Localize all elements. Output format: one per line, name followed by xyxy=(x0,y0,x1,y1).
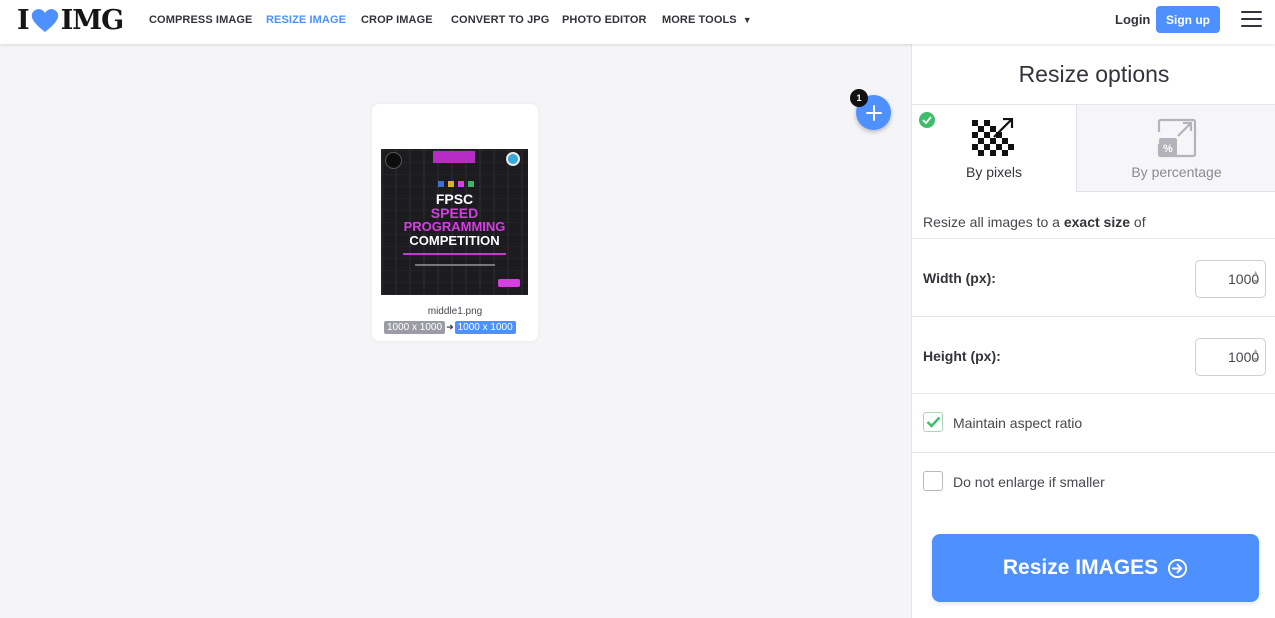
maintain-aspect-label[interactable]: Maintain aspect ratio xyxy=(953,415,1082,431)
file-card[interactable]: FPSC SPEED PROGRAMMING COMPETITION middl… xyxy=(372,104,538,341)
file-count-badge: 1 xyxy=(850,89,868,107)
percentage-resize-icon: % xyxy=(1157,118,1197,158)
maintain-aspect-checkbox[interactable] xyxy=(923,412,943,432)
tab-by-pixels[interactable]: By pixels xyxy=(912,105,1076,192)
club-logo-icon xyxy=(385,152,402,169)
thumbnail-line-1: FPSC xyxy=(435,191,474,207)
thumbnail-line-4: COMPETITION xyxy=(409,233,500,248)
tab-by-pixels-label: By pixels xyxy=(965,164,1023,180)
resize-images-button[interactable]: Resize IMAGES xyxy=(932,534,1259,602)
heart-icon xyxy=(31,9,58,32)
logo-letter-i: I xyxy=(17,4,30,36)
nav-more-tools[interactable]: MORE TOOLS ▼ xyxy=(662,14,752,26)
width-input[interactable]: 1000 ▲ ▼ xyxy=(1195,260,1266,298)
height-spinner-icon[interactable]: ▲ ▼ xyxy=(1252,347,1259,365)
file-workspace: FPSC SPEED PROGRAMMING COMPETITION middl… xyxy=(0,44,911,618)
file-thumbnail: FPSC SPEED PROGRAMMING COMPETITION xyxy=(381,149,528,295)
nav-crop-image[interactable]: CROP IMAGE xyxy=(361,14,433,26)
arrow-circle-right-icon xyxy=(1168,558,1188,578)
selected-check-icon xyxy=(919,112,935,128)
nav-compress-image[interactable]: COMPRESS IMAGE xyxy=(149,14,252,26)
file-name: middle1.png xyxy=(427,306,483,317)
hamburger-menu-icon[interactable] xyxy=(1241,11,1262,27)
svg-text:%: % xyxy=(1163,143,1173,155)
original-dimensions: 1000 x 1000 xyxy=(384,321,446,334)
no-enlarge-checkbox[interactable] xyxy=(923,471,943,491)
resize-images-label: Resize IMAGES xyxy=(1002,556,1159,579)
dimension-change: 1000 x 1000 ➜ 1000 x 1000 xyxy=(384,321,516,334)
pixels-resize-icon xyxy=(972,118,1014,156)
width-spinner-icon[interactable]: ▲ ▼ xyxy=(1252,269,1259,287)
nav-convert-to-jpg[interactable]: CONVERT TO JPG xyxy=(451,14,549,26)
nav-photo-editor[interactable]: PHOTO EDITOR xyxy=(562,14,647,26)
no-enlarge-label[interactable]: Do not enlarge if smaller xyxy=(953,474,1105,490)
thumbnail-line-2: SPEED xyxy=(430,205,479,221)
logo-text-img: IMG xyxy=(60,4,125,36)
login-link[interactable]: Login xyxy=(1115,12,1150,27)
nav-more-tools-label: MORE TOOLS xyxy=(662,14,737,26)
university-logo-icon xyxy=(506,152,520,166)
top-header: I IMG COMPRESS IMAGE RESIZE IMAGE CROP I… xyxy=(0,0,1275,44)
nav-resize-image[interactable]: RESIZE IMAGE xyxy=(266,14,346,26)
height-label: Height (px): xyxy=(923,348,1001,364)
tab-by-percentage-label: By percentage xyxy=(1131,164,1222,180)
caret-down-icon: ▼ xyxy=(742,15,752,25)
signup-button[interactable]: Sign up xyxy=(1156,6,1220,33)
sidebar-title: Resize options xyxy=(1018,61,1170,87)
arrow-right-icon: ➜ xyxy=(446,322,454,332)
width-label: Width (px): xyxy=(923,270,996,286)
tab-by-percentage[interactable]: % By percentage xyxy=(1076,105,1275,192)
resize-description: Resize all images to a exact size of xyxy=(923,214,1146,230)
height-input[interactable]: 1000 ▲ ▼ xyxy=(1195,338,1266,376)
resize-options-sidebar: Resize options By pixels % By percentage… xyxy=(911,44,1275,618)
thumbnail-tag xyxy=(433,151,475,163)
plus-icon xyxy=(865,104,882,121)
ilovepdf-logo[interactable]: I IMG xyxy=(17,4,125,36)
new-dimensions: 1000 x 1000 xyxy=(454,321,516,334)
thumbnail-line-3: PROGRAMMING xyxy=(403,219,506,234)
checkmark-icon xyxy=(926,416,941,428)
